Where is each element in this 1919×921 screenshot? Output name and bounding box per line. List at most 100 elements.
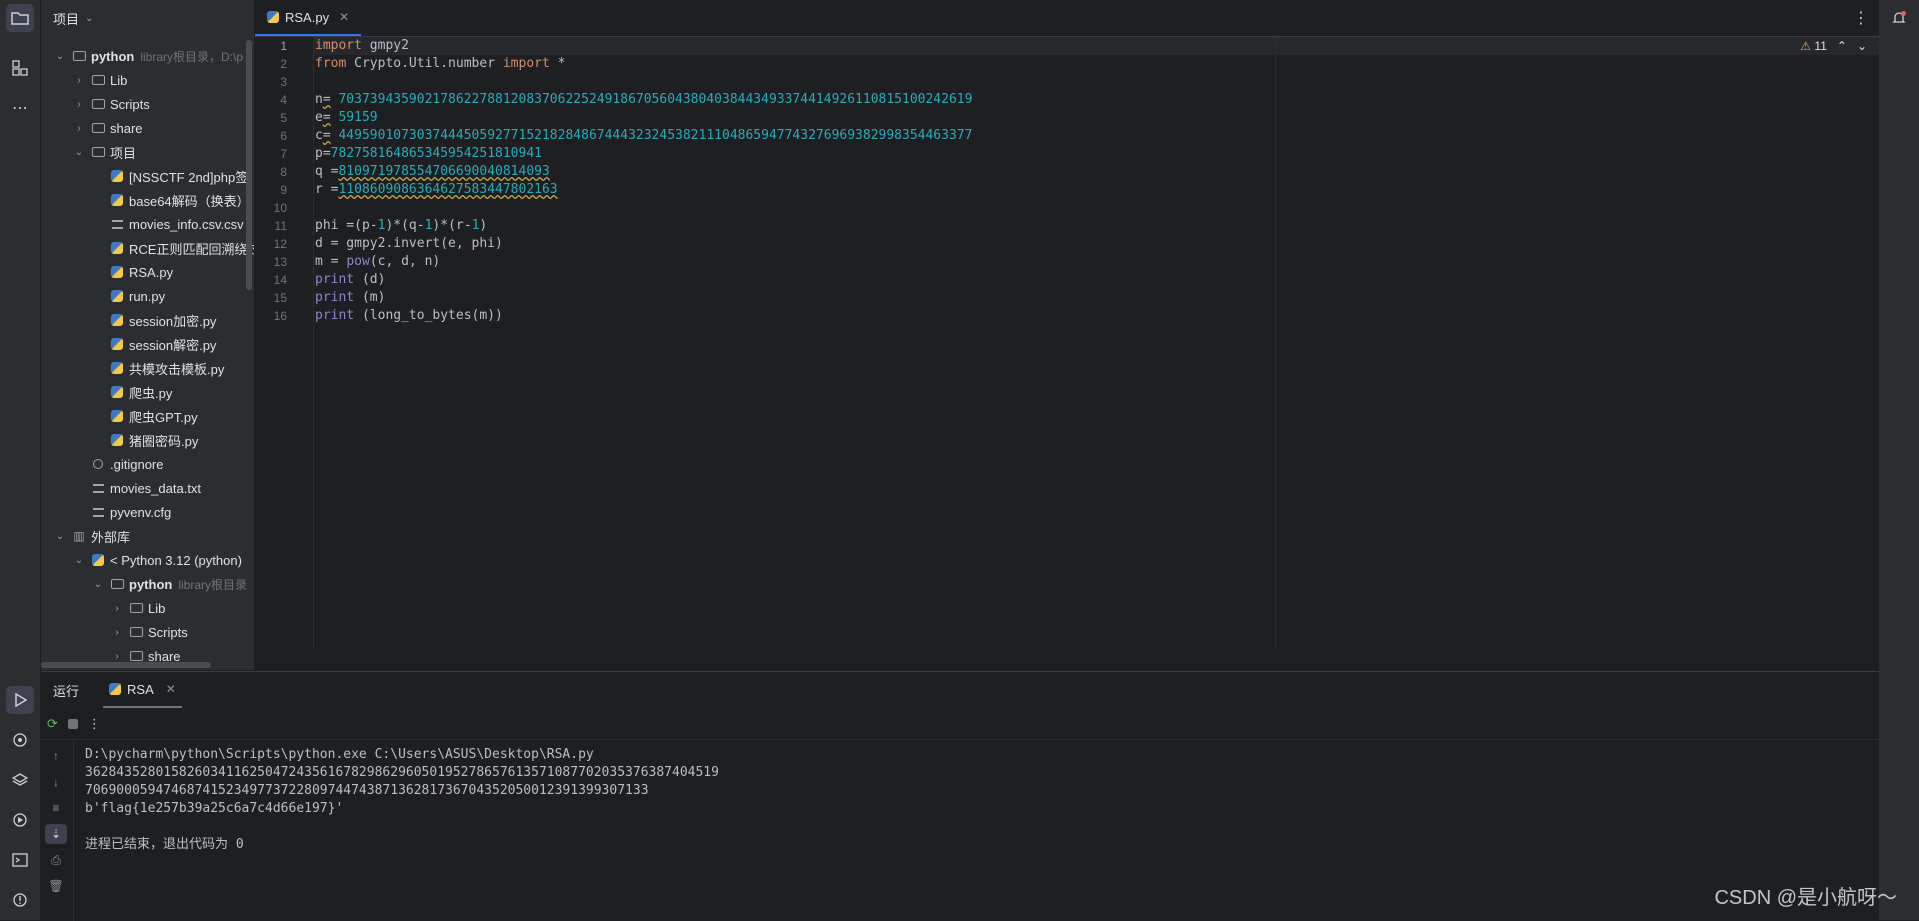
chevron-right-icon[interactable]: ›	[72, 99, 86, 110]
code-line[interactable]: phi =(p-1)*(q-1)*(r-1)	[315, 217, 1515, 235]
folder-icon	[71, 49, 87, 63]
problems-icon[interactable]	[6, 886, 34, 914]
chevron-down-icon[interactable]: ⌄	[72, 147, 86, 158]
structure-icon[interactable]	[6, 54, 34, 82]
project-panel-header[interactable]: 项目 ⌄	[41, 0, 254, 36]
tree-item[interactable]: session解密.py	[41, 332, 254, 356]
print-icon[interactable]: ⎙	[45, 850, 67, 870]
editor-tab-rsa[interactable]: RSA.py ✕	[255, 0, 362, 36]
services-icon[interactable]	[6, 806, 34, 834]
more-tools-icon[interactable]: ⋯	[6, 94, 34, 122]
code-line[interactable]: c= 4495901073037444505927715218284867444…	[315, 127, 1515, 145]
tree-item[interactable]: 爬虫GPT.py	[41, 404, 254, 428]
tree-item[interactable]: 爬虫.py	[41, 380, 254, 404]
python-file-icon	[109, 385, 125, 399]
tree-item[interactable]: ⌄ python library根目录，D:\p	[41, 44, 254, 68]
console-output[interactable]: D:\pycharm\python\Scripts\python.exe C:\…	[85, 746, 719, 854]
warning-count: 11	[1814, 39, 1827, 53]
project-folder-icon[interactable]	[6, 4, 34, 32]
trash-icon[interactable]: 🗑	[45, 876, 67, 896]
code-line[interactable]: q =810971978554706690040814093	[315, 163, 1515, 181]
tree-item[interactable]: › share	[41, 116, 254, 140]
chevron-down-icon[interactable]: ⌄	[53, 531, 67, 542]
code-line[interactable]: import gmpy2	[315, 37, 1515, 55]
chevron-down-icon[interactable]: ⌄	[72, 555, 86, 566]
tree-item[interactable]: › Scripts	[41, 92, 254, 116]
arrow-down-icon[interactable]: ↓	[45, 772, 67, 792]
code-editor[interactable]: 1 2 3 4 5 6 7 8 9 10 11 12 13 14 15 16 import gmpy2 from…	[255, 37, 1879, 649]
close-tab-icon[interactable]: ✕	[166, 682, 176, 696]
folder-icon	[109, 577, 125, 591]
python-file-icon	[109, 409, 125, 423]
python-file-icon	[109, 433, 125, 447]
run-tool-icon[interactable]	[6, 686, 34, 714]
tree-item[interactable]: ⌄ 项目	[41, 140, 254, 164]
tree-item[interactable]: 猪圈密码.py	[41, 428, 254, 452]
close-tab-icon[interactable]: ✕	[339, 10, 349, 24]
line-number: 13	[273, 255, 287, 269]
tree-item[interactable]: ⌄ ▥ 外部库	[41, 524, 254, 548]
tree-item[interactable]: › Scripts	[41, 620, 254, 644]
tree-item[interactable]: RCE正则匹配回溯绕过	[41, 236, 254, 260]
chevron-down-icon[interactable]: ⌄	[91, 579, 105, 590]
code-line[interactable]: e= 59159	[315, 109, 1515, 127]
tree-item[interactable]: base64解码（换表）	[41, 188, 254, 212]
code-line[interactable]: from Crypto.Util.number import *	[315, 55, 1515, 73]
code-line[interactable]: d = gmpy2.invert(e, phi)	[315, 235, 1515, 253]
chevron-right-icon[interactable]: ›	[110, 651, 124, 662]
line-number: 6	[280, 129, 287, 143]
code-line[interactable]	[315, 199, 1515, 217]
code-line[interactable]: print (d)	[315, 271, 1515, 289]
code-line[interactable]: print (m)	[315, 289, 1515, 307]
chevron-down-icon[interactable]: ⌄	[1857, 39, 1867, 53]
tree-vertical-scrollbar[interactable]	[246, 40, 252, 290]
inspections-widget[interactable]: ⚠ 11 ⌃ ⌄	[1800, 39, 1867, 53]
tree-item-label: python	[91, 48, 135, 64]
terminal-icon[interactable]	[6, 846, 34, 874]
tree-item[interactable]: ⌄ < Python 3.12 (python)	[41, 548, 254, 572]
line-number: 12	[273, 237, 287, 251]
tree-item-label: pyvenv.cfg	[110, 504, 172, 520]
chevron-up-icon[interactable]: ⌃	[1837, 39, 1847, 53]
chevron-down-icon[interactable]: ⌄	[53, 51, 67, 62]
scroll-to-end-icon[interactable]: ⇣	[45, 824, 67, 844]
tree-item[interactable]: ⌄ python library根目录	[41, 572, 254, 596]
code-line[interactable]: print (long_to_bytes(m))	[315, 307, 1515, 325]
arrow-up-icon[interactable]: ↑	[45, 746, 67, 766]
tree-item[interactable]: run.py	[41, 284, 254, 308]
soft-wrap-icon[interactable]: ≡	[45, 798, 67, 818]
python-console-icon[interactable]	[6, 726, 34, 754]
code-line[interactable]: n= 7037394359021786227881208370622524918…	[315, 91, 1515, 109]
line-number: 2	[280, 57, 287, 71]
code-line[interactable]: r =1108609086364627583447802163	[315, 181, 1515, 199]
notifications-bell-icon[interactable]	[1885, 4, 1913, 32]
line-number: 9	[280, 183, 287, 197]
chevron-right-icon[interactable]: ›	[110, 603, 124, 614]
layers-icon[interactable]	[6, 766, 34, 794]
tree-item[interactable]: › Lib	[41, 596, 254, 620]
chevron-down-icon[interactable]: ⌄	[85, 13, 93, 24]
tree-item[interactable]: 共模攻击模板.py	[41, 356, 254, 380]
tree-item[interactable]: movies_info.csv.csv	[41, 212, 254, 236]
tree-item[interactable]: [NSSCTF 2nd]php签	[41, 164, 254, 188]
run-tab-rsa[interactable]: RSA ✕	[103, 672, 182, 708]
rerun-icon[interactable]: ⟳	[47, 716, 58, 732]
chevron-right-icon[interactable]: ›	[72, 123, 86, 134]
code-line[interactable]: p=782758164865345954251810941	[315, 145, 1515, 163]
tree-item[interactable]: › Lib	[41, 68, 254, 92]
tree-item-label: Scripts	[110, 96, 150, 112]
tree-item[interactable]: pyvenv.cfg	[41, 500, 254, 524]
tree-item[interactable]: .gitignore	[41, 452, 254, 476]
code-line[interactable]	[315, 73, 1515, 91]
tree-item[interactable]: session加密.py	[41, 308, 254, 332]
chevron-right-icon[interactable]: ›	[110, 627, 124, 638]
tree-item[interactable]: RSA.py	[41, 260, 254, 284]
more-vertical-icon[interactable]: ⋮	[88, 716, 101, 732]
code-line[interactable]: m = pow(c, d, n)	[315, 253, 1515, 271]
tree-item[interactable]: movies_data.txt	[41, 476, 254, 500]
tree-horizontal-scrollbar[interactable]	[41, 662, 211, 668]
chevron-right-icon[interactable]: ›	[72, 75, 86, 86]
more-vertical-icon[interactable]: ⋮	[1853, 8, 1869, 28]
stop-icon[interactable]	[67, 719, 78, 729]
tree-item-hint: library根目录，D:\p	[140, 49, 244, 64]
